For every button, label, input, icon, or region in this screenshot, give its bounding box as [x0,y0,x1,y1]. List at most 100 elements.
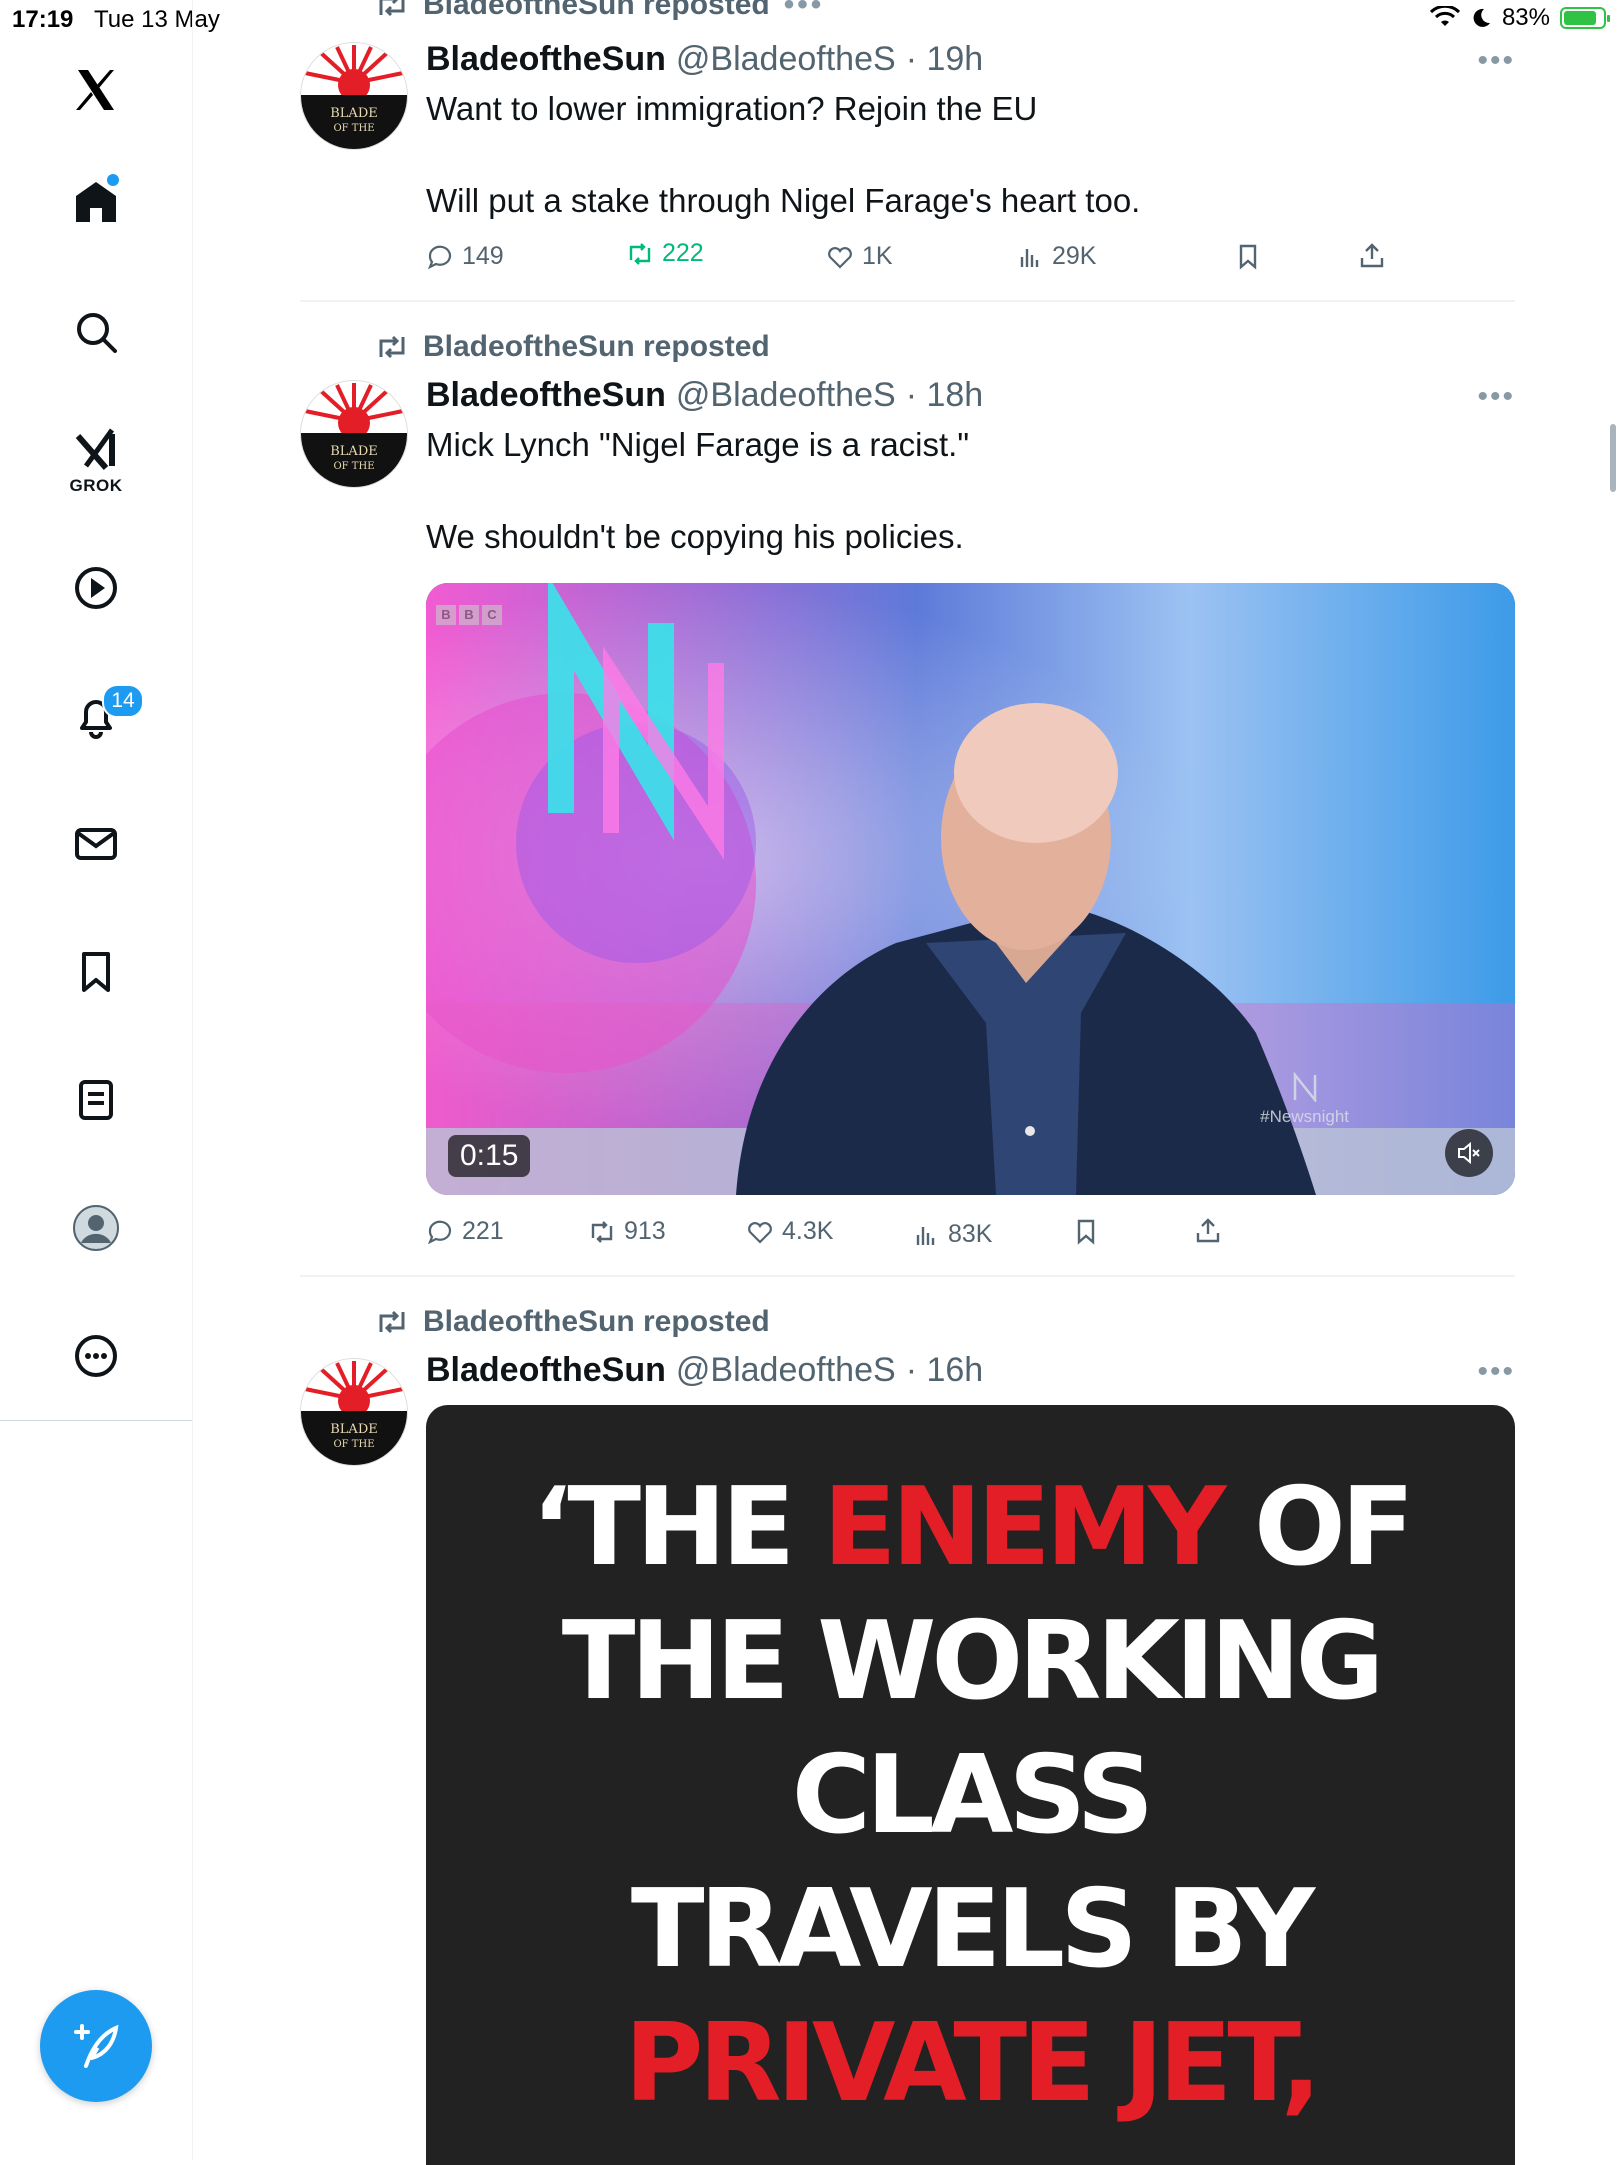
sidebar: GROK 14 [0,0,193,2160]
tweet-more-button[interactable]: ••• [1477,44,1515,78]
repost-icon [379,0,405,17]
svg-text:BLADE: BLADE [330,106,378,121]
video-duration: 0:15 [448,1135,531,1177]
blade-of-the-sun-logo-icon: BLADE OF THE [301,1359,407,1465]
share-icon [1360,243,1384,268]
list-icon[interactable] [60,1064,132,1136]
bookmark-icon [1239,244,1257,270]
more-dots: ••• [783,0,825,21]
notification-badge: 14 [102,684,144,718]
share-icon [1196,1218,1220,1243]
poster-text: OF [1221,1465,1415,1590]
scroll-indicator[interactable] [1610,424,1616,492]
bbc-letter: B [436,605,456,625]
tweet-more-button[interactable]: ••• [1477,380,1515,414]
mute-button[interactable] [1445,1129,1493,1177]
poster-line-3: CLASS [791,1733,1154,1858]
reply-button[interactable]: 149 [426,242,504,271]
like-count: 4.3K [782,1217,834,1245]
views-count: 29K [1052,242,1097,270]
author-handle[interactable]: @BladeoftheS [676,376,896,415]
bookmark-icon [1077,1219,1095,1245]
repost-line: BladeoftheSun reposted ••• [375,0,824,22]
battery-icon [1560,7,1610,29]
svg-text:BLADE: BLADE [330,444,378,459]
bookmark-button[interactable] [1072,1217,1100,1245]
author-name[interactable]: BladeoftheSun [426,40,666,79]
repost-label[interactable]: BladeoftheSun reposted [423,1305,770,1339]
bookmark-icon[interactable] [60,936,132,1008]
blade-of-the-sun-logo-icon: BLADE OF THE [301,381,407,487]
author-name[interactable]: BladeoftheSun [426,1351,666,1390]
repost-label[interactable]: BladeoftheSun reposted [423,330,770,364]
tweet-actions: 221 913 4.3K 83K [426,1217,1426,1257]
poster-text: ‘THE [531,1465,823,1590]
reply-button[interactable]: 221 [426,1217,504,1246]
reply-icon [427,245,452,269]
share-button[interactable] [1194,1217,1222,1245]
bbc-letter: C [482,605,502,625]
poster-line-4: TRAVELS BY [630,1867,1315,1992]
poster-image[interactable]: ‘THE ENEMY OF THE WORKING CLASS TRAVELS … [426,1405,1515,2165]
like-button[interactable]: 4.3K [746,1217,833,1246]
avatar[interactable]: BLADE OF THE [300,42,408,150]
repost-count: 222 [662,239,704,267]
tweet-time: · 18h [905,376,984,414]
reply-count: 221 [462,1217,504,1245]
x-logo-icon[interactable] [60,54,132,126]
bbc-letter: B [459,605,479,625]
tweet-header: BladeoftheSun @BladeoftheS · 18h [426,376,983,415]
avatar[interactable]: BLADE OF THE [300,380,408,488]
tweet-header: BladeoftheSun @BladeoftheS · 16h [426,1351,983,1390]
mail-icon[interactable] [60,808,132,880]
tweet-text: Mick Lynch "Nigel Farage is a racist." W… [426,426,970,555]
home-icon[interactable] [60,166,132,238]
compose-feather-icon [74,2024,119,2068]
bbc-logo: B B C [436,605,502,625]
tweet-more-button[interactable]: ••• [1477,1355,1515,1389]
repost-line: BladeoftheSun reposted [375,330,770,364]
author-handle[interactable]: @BladeoftheS [676,1351,896,1390]
author-handle[interactable]: @BladeoftheS [676,40,896,79]
repost-icon [591,1220,613,1243]
newsnight-n-icon [1293,1071,1316,1104]
profile-icon[interactable] [60,1192,132,1264]
tweet-separator [300,1275,1515,1277]
muted-speaker-icon [1458,1141,1480,1165]
views-button[interactable]: 29K [1016,242,1096,271]
heart-icon [748,1221,772,1244]
poster-line-2: THE WORKING [561,1599,1384,1724]
like-button[interactable]: 1K [826,242,893,271]
svg-text:OF THE: OF THE [333,123,374,134]
video-player[interactable]: B B C #Newsnight 0:15 [426,583,1515,1195]
blade-of-the-sun-logo-icon: BLADE OF THE [301,43,407,149]
svg-text:OF THE: OF THE [333,1439,374,1450]
newsnight-watermark: #Newsnight [1260,1071,1349,1127]
poster-line-5: PRIVATE JET, [624,2001,1321,2126]
bookmark-button[interactable] [1234,242,1262,270]
share-button[interactable] [1358,242,1386,270]
views-count: 83K [948,1220,993,1248]
reply-icon [427,1220,452,1244]
video-icon[interactable] [60,552,132,624]
author-name[interactable]: BladeoftheSun [426,376,666,415]
views-button[interactable]: 83K [912,1220,992,1249]
repost-icon [629,242,651,265]
battery-percent: 83% [1501,4,1550,31]
repost-label: BladeoftheSun reposted [423,0,770,21]
compose-button[interactable] [40,1990,152,2102]
repost-button[interactable]: 222 [626,239,704,268]
heart-icon [828,246,852,269]
wifi-icon [1429,6,1460,26]
search-icon[interactable] [60,296,132,368]
home-new-dot [107,174,119,186]
tweet-text: Want to lower immigration? Rejoin the EU… [426,90,1141,219]
poster-line-1: ‘THE ENEMY OF [426,1461,1515,1595]
more-icon[interactable] [60,1320,132,1392]
repost-icon [379,1310,405,1334]
views-icon [1020,248,1039,267]
avatar[interactable]: BLADE OF THE [300,1358,408,1466]
repost-button[interactable]: 913 [588,1217,666,1246]
video-frame [426,583,1515,1195]
like-count: 1K [862,242,893,270]
